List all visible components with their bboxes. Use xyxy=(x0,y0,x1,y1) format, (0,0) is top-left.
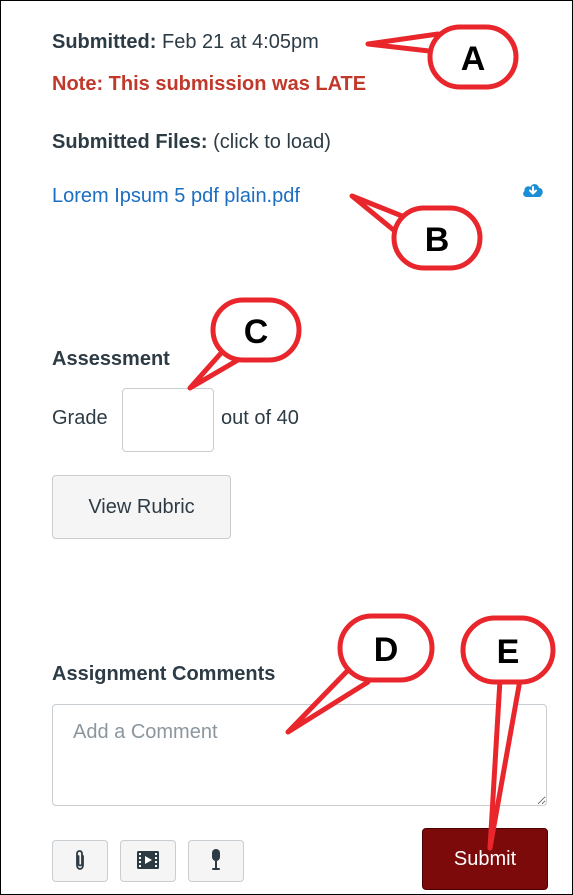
paperclip-icon xyxy=(73,849,87,874)
grade-out-of: out of 40 xyxy=(221,407,299,429)
submitted-row: Submitted: Feb 21 at 4:05pm xyxy=(52,30,319,54)
submitted-files-hint: (click to load) xyxy=(207,131,331,153)
submitted-file-link[interactable]: Lorem Ipsum 5 pdf plain.pdf xyxy=(52,184,300,208)
microphone-icon xyxy=(209,848,223,875)
media-icon xyxy=(136,850,160,873)
late-note: Note: This submission was LATE xyxy=(52,73,367,95)
comment-textarea[interactable] xyxy=(52,704,547,806)
submitted-label: Submitted: xyxy=(52,31,157,53)
media-comment-button[interactable] xyxy=(120,840,176,882)
cloud-download-icon[interactable] xyxy=(522,180,544,200)
submitted-value: Feb 21 at 4:05pm xyxy=(156,31,319,53)
attach-file-button[interactable] xyxy=(52,840,108,882)
grade-input[interactable] xyxy=(122,388,214,452)
submit-button[interactable]: Submit xyxy=(422,828,548,890)
view-rubric-button[interactable]: View Rubric xyxy=(52,475,231,539)
comments-heading: Assignment Comments xyxy=(52,663,276,685)
assessment-heading: Assessment xyxy=(52,348,170,370)
submitted-files-label: Submitted Files: xyxy=(52,131,208,153)
submitted-files-row: Submitted Files: (click to load) xyxy=(52,130,331,154)
grade-label: Grade xyxy=(52,407,108,429)
audio-comment-button[interactable] xyxy=(188,840,244,882)
